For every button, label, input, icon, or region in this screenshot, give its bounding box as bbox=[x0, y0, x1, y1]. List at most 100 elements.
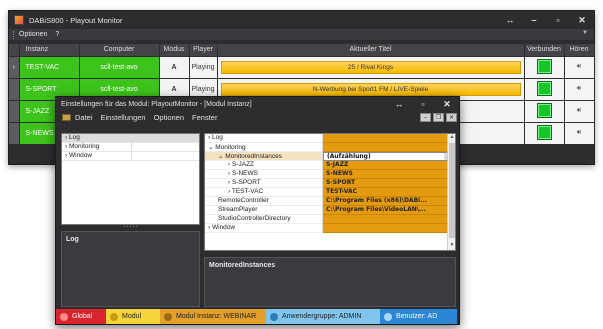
expander-icon[interactable]: › bbox=[228, 179, 230, 186]
status-label: Global bbox=[72, 313, 93, 320]
property-row[interactable]: › TEST-VAC TEST-VAC bbox=[205, 188, 455, 197]
scroll-thumb[interactable] bbox=[449, 143, 455, 238]
column-hoeren[interactable]: Hören bbox=[564, 44, 595, 56]
speaker-icon[interactable]: 🔊︎ bbox=[577, 107, 581, 114]
expander-icon[interactable]: › bbox=[208, 224, 210, 231]
property-row[interactable]: › Window bbox=[205, 224, 455, 233]
expander-icon[interactable]: › bbox=[208, 134, 210, 141]
expander-icon[interactable]: › bbox=[228, 188, 230, 195]
menu-optionen[interactable]: Optionen bbox=[154, 113, 184, 122]
menu-einstellungen[interactable]: Einstellungen bbox=[101, 113, 146, 122]
status-segment[interactable]: Benutzer: AD bbox=[380, 309, 457, 324]
menu-fenster[interactable]: Fenster bbox=[192, 113, 217, 122]
restore-arrows-icon[interactable]: ↔ bbox=[387, 99, 411, 109]
column-instanz[interactable]: Instanz bbox=[19, 44, 80, 56]
folder-icon bbox=[62, 113, 71, 121]
scroll-down-icon[interactable]: ▼ bbox=[448, 242, 455, 250]
table-row[interactable]: › TEST-VAC scll-test-avo A Playing 25 / Rival… bbox=[9, 55, 595, 78]
property-scrollbar[interactable]: ▲ ▼ bbox=[447, 134, 455, 250]
property-row[interactable]: › S-JAZZ S-JAZZ bbox=[205, 161, 455, 170]
property-value[interactable]: C:\Program Files (x86)\DABi... bbox=[323, 197, 455, 206]
mdi-close-button[interactable]: ✕ bbox=[446, 112, 457, 122]
maximize-button[interactable]: ▫ bbox=[546, 15, 570, 25]
row-selector[interactable] bbox=[9, 121, 20, 144]
dialog-titlebar[interactable]: Einstellungen für das Modul: PlayoutMoni… bbox=[56, 97, 459, 111]
status-label: Benutzer: AD bbox=[396, 313, 438, 320]
property-row[interactable]: › Log bbox=[205, 134, 455, 143]
property-name: StreamPlayer bbox=[205, 206, 323, 215]
property-value[interactable] bbox=[323, 134, 455, 143]
property-row[interactable]: RemoteController C:\Program Files (x86)\D… bbox=[205, 197, 455, 206]
main-titlebar[interactable]: DABiS800 - Playout Monitor ↔ – ▫ ✕ bbox=[9, 11, 594, 29]
app-icon bbox=[14, 15, 24, 25]
menu-optionen[interactable]: Optionen bbox=[19, 31, 47, 38]
row-selector[interactable] bbox=[9, 99, 20, 122]
expander-icon[interactable]: ⌄ bbox=[208, 144, 213, 151]
property-row[interactable]: ⌄ Monitoring bbox=[205, 143, 455, 152]
property-row[interactable]: StudioControllerDirectory bbox=[205, 215, 455, 224]
speaker-icon[interactable]: 🔊︎ bbox=[577, 85, 581, 92]
tree-item-log[interactable]: › Log bbox=[62, 134, 199, 143]
row-selector[interactable] bbox=[9, 77, 20, 100]
mdi-minimize-button[interactable]: – bbox=[420, 112, 431, 122]
property-row[interactable]: › S-NEWS S-NEWS bbox=[205, 170, 455, 179]
property-description: MonitoredInstances bbox=[204, 257, 456, 307]
property-row[interactable]: › S-SPORT S-SPORT bbox=[205, 179, 455, 188]
settings-dialog: Einstellungen für das Modul: PlayoutMoni… bbox=[55, 96, 460, 325]
property-name: › S-NEWS bbox=[205, 170, 323, 179]
cell-computer: scll-test-avo bbox=[79, 55, 160, 78]
column-modus[interactable]: Modus bbox=[159, 44, 190, 56]
property-name: › S-JAZZ bbox=[205, 161, 323, 170]
category-panel: › Log › Monitoring › Window • • • • • Lo… bbox=[61, 133, 200, 307]
property-value[interactable]: (Aufzählung)… bbox=[323, 152, 455, 161]
speaker-icon[interactable]: 🔊︎ bbox=[577, 63, 581, 70]
minimize-button[interactable]: – bbox=[522, 15, 546, 25]
property-value[interactable] bbox=[323, 224, 455, 233]
table-header-row: Instanz Computer Modus Player Aktueller … bbox=[9, 44, 595, 56]
tree-item-window[interactable]: › Window bbox=[62, 152, 199, 161]
status-label: Modul bbox=[122, 313, 142, 320]
column-computer[interactable]: Computer bbox=[79, 44, 160, 56]
status-icon bbox=[384, 312, 392, 321]
dialog-close-button[interactable]: ✕ bbox=[435, 99, 459, 110]
expander-icon[interactable]: ⌄ bbox=[218, 153, 223, 160]
property-value[interactable]: S-JAZZ bbox=[323, 161, 455, 170]
column-player[interactable]: Player bbox=[189, 44, 218, 56]
status-segment[interactable]: Global bbox=[56, 309, 106, 324]
property-value[interactable]: S-SPORT bbox=[323, 179, 455, 188]
scroll-up-icon[interactable]: ▲ bbox=[448, 134, 455, 142]
menu-help[interactable]: ? bbox=[55, 31, 59, 38]
property-row[interactable]: ⌄ MonitoredInstances(Aufzählung)… bbox=[205, 152, 455, 161]
status-segment[interactable]: Modul Instanz: WEBINAR bbox=[160, 309, 266, 324]
category-description: Log bbox=[61, 231, 200, 307]
speaker-icon[interactable]: 🔊︎ bbox=[577, 129, 581, 136]
mdi-restore-button[interactable]: ❐ bbox=[433, 112, 444, 122]
property-value[interactable]: S-NEWS bbox=[323, 170, 455, 179]
status-icon bbox=[110, 312, 118, 321]
cell-verbunden bbox=[524, 55, 565, 78]
status-label: Modul Instanz: WEBINAR bbox=[176, 313, 257, 320]
column-titel[interactable]: Aktueller Titel bbox=[217, 44, 525, 56]
status-segment[interactable]: Modul bbox=[106, 309, 160, 324]
chevron-down-icon[interactable]: ▼ bbox=[582, 30, 588, 36]
expander-icon[interactable]: › bbox=[228, 170, 230, 177]
column-verbunden[interactable]: Verbunden bbox=[524, 44, 565, 56]
property-grid: › Log ⌄ Monitoring ⌄ MonitoredInstances (Au… bbox=[204, 133, 456, 251]
toolbar-grip[interactable] bbox=[13, 30, 15, 39]
property-value[interactable]: TEST-VAC bbox=[323, 188, 455, 197]
row-selector[interactable]: › bbox=[9, 55, 20, 78]
property-name: StudioControllerDirectory bbox=[205, 215, 323, 224]
close-button[interactable]: ✕ bbox=[570, 15, 594, 26]
property-value[interactable] bbox=[323, 215, 455, 224]
expander-icon[interactable]: › bbox=[228, 161, 230, 168]
property-name: ⌄ Monitoring bbox=[205, 143, 323, 152]
dialog-maximize-button[interactable]: ▫ bbox=[411, 99, 435, 109]
restore-arrows-icon[interactable]: ↔ bbox=[498, 15, 522, 25]
tree-item-monitoring[interactable]: › Monitoring bbox=[62, 143, 199, 152]
property-value[interactable]: C:\Program Files\VideoLAN\... bbox=[323, 206, 455, 215]
cell-player: Playing bbox=[189, 55, 218, 78]
menu-datei[interactable]: Datei bbox=[75, 113, 93, 122]
property-row[interactable]: StreamPlayer C:\Program Files\VideoLAN\..… bbox=[205, 206, 455, 215]
property-value[interactable] bbox=[323, 143, 455, 152]
status-segment[interactable]: Anwendergruppe: ADMIN bbox=[266, 309, 380, 324]
